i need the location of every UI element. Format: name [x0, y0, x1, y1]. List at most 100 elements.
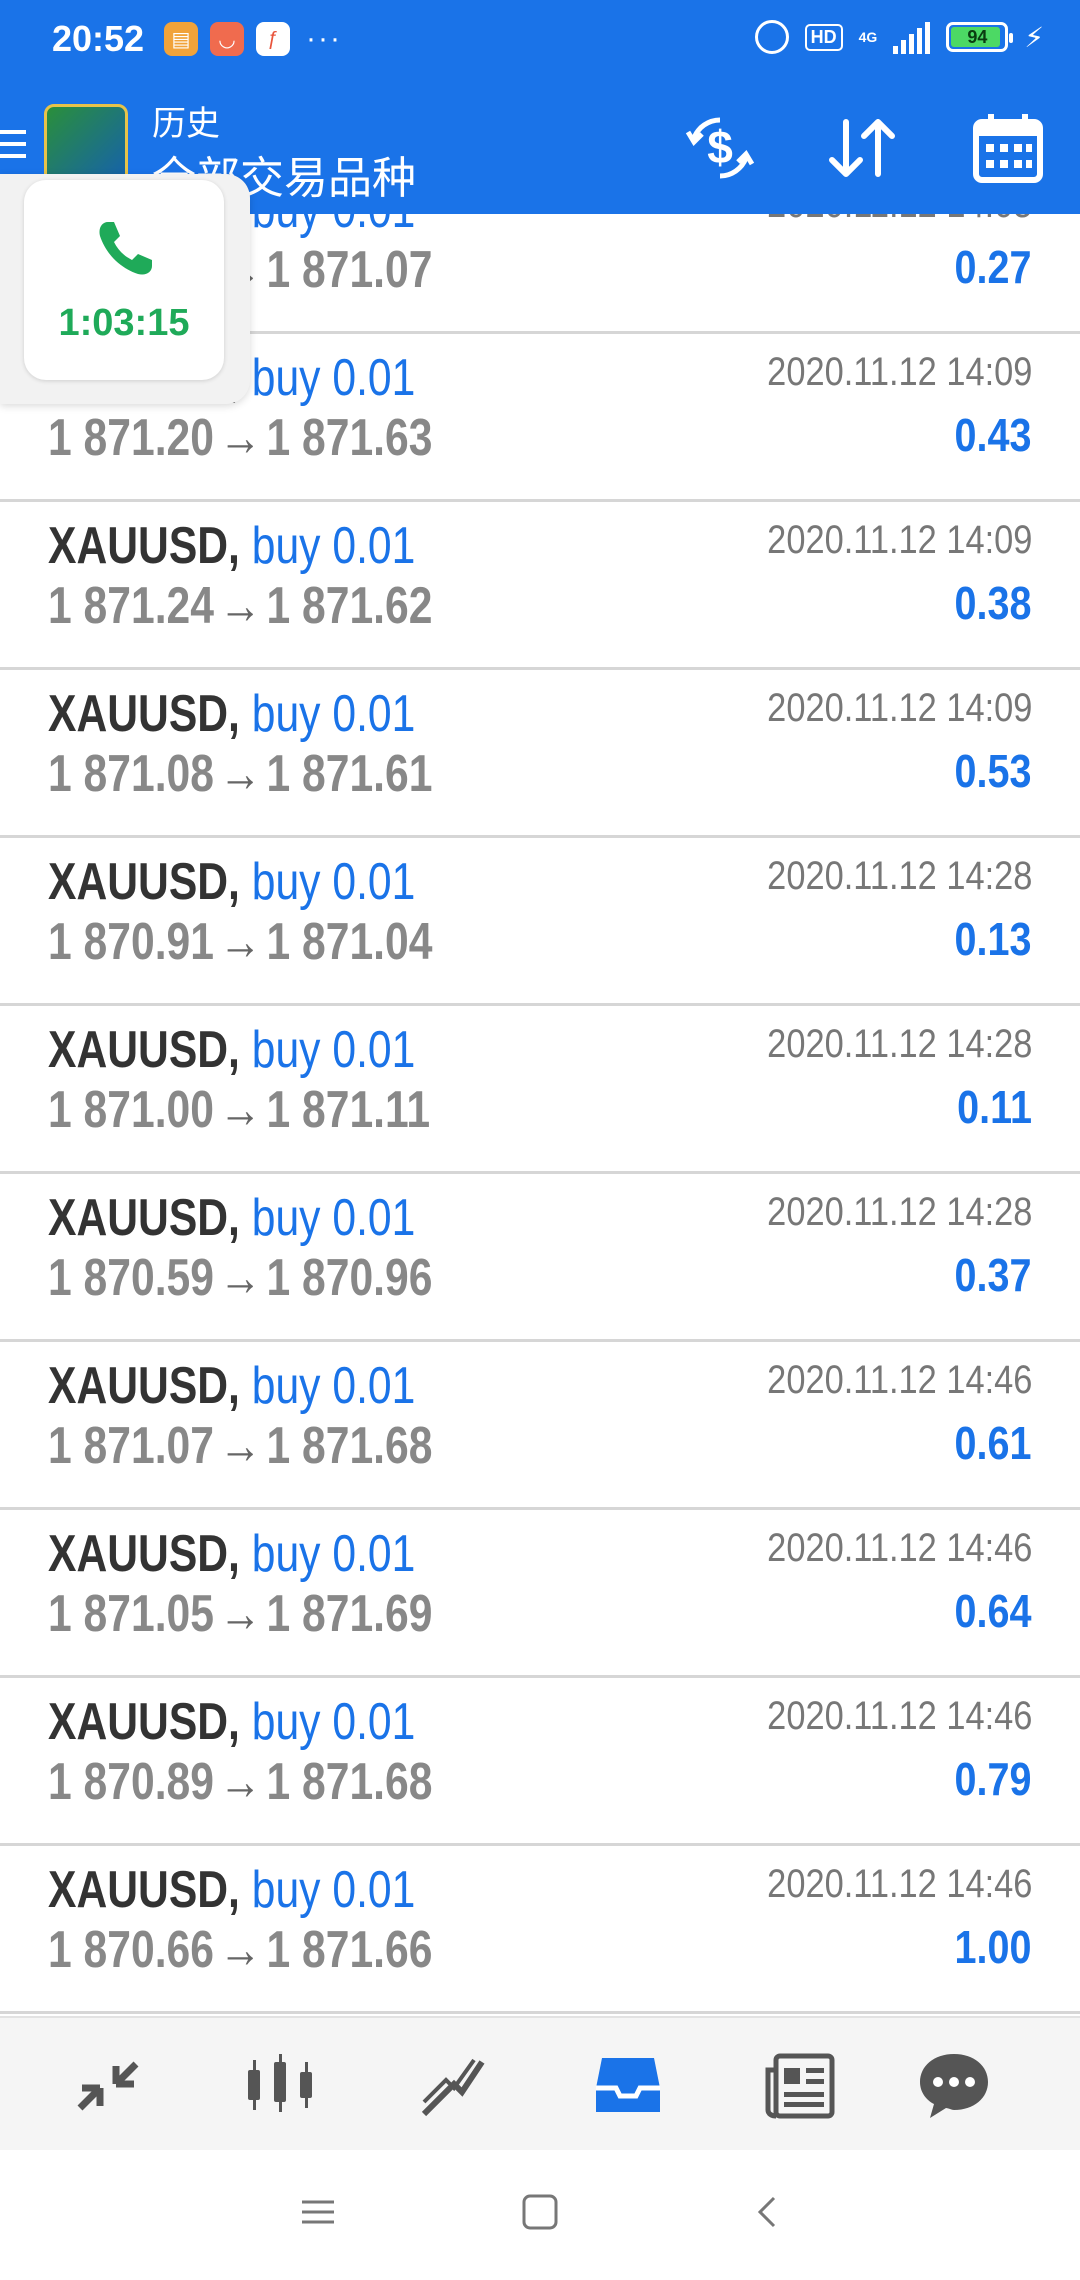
bottom-navigation: [0, 2016, 1080, 2152]
trade-profit: 0.13: [955, 913, 1032, 965]
open-price: 1 870.91: [48, 913, 214, 971]
trade-row[interactable]: XAUUSD, buy 0.01 1 871.05→1 871.69 2020.11…: [0, 1512, 1080, 1678]
chart-icon[interactable]: [242, 2048, 318, 2124]
trade-prices: 1 871.24→1 871.62: [48, 576, 432, 636]
trade-row[interactable]: XAUUSD, buy 0.01 1 871.00→1 871.11 2020.11…: [0, 1008, 1080, 1174]
trade-profit: 0.27: [955, 241, 1032, 293]
trade-symbol: XAUUSD, buy 0.01: [48, 1356, 415, 1416]
trade-side-volume: buy 0.01: [251, 1525, 416, 1583]
close-price: 1 871.04: [266, 913, 433, 971]
arrow-right-icon: →: [218, 1921, 262, 1979]
close-price: 1 871.68: [266, 1753, 433, 1811]
battery-level: 94: [967, 27, 988, 47]
recents-icon[interactable]: [296, 2190, 340, 2234]
trade-side-volume: buy 0.01: [251, 685, 416, 743]
trade-date: 2020.11.12 14:46: [766, 1526, 1032, 1570]
chat-icon[interactable]: [916, 2048, 992, 2124]
back-icon[interactable]: [746, 2190, 790, 2234]
trade-row[interactable]: XAUUSD, buy 0.01 1 871.08→1 871.61 2020.11…: [0, 672, 1080, 838]
close-price: 1 871.11: [266, 1081, 431, 1139]
trade-profit: 1.00: [955, 1921, 1032, 1973]
symbol-name: XAUUSD,: [48, 1189, 240, 1247]
trade-row[interactable]: XAUUSD, buy 0.01 1 871.07→1 871.68 2020.11…: [0, 1344, 1080, 1510]
trade-row[interactable]: XAUUSD, buy 0.01 1 870.59→1 870.96 2020.11…: [0, 1176, 1080, 1342]
quotes-icon[interactable]: [70, 2048, 146, 2124]
symbol-name: XAUUSD,: [48, 1861, 240, 1919]
close-price: 1 871.62: [266, 577, 433, 635]
exchange-icon[interactable]: $: [680, 108, 760, 188]
trade-date: 2020.11.12 14:46: [766, 1862, 1032, 1906]
hd-icon: HD: [804, 23, 843, 51]
arrow-right-icon: →: [218, 1585, 262, 1643]
charging-icon: ⚡: [1024, 21, 1044, 53]
menu-icon[interactable]: [0, 130, 26, 166]
more-notifications-icon: ···: [306, 22, 342, 55]
battery-icon: 94: [946, 22, 1014, 52]
shop-notification-icon: ◡: [210, 22, 244, 56]
trade-prices: 1 871.07→1 871.68: [48, 1416, 432, 1476]
news-icon[interactable]: [762, 2048, 838, 2124]
symbol-name: XAUUSD,: [48, 1357, 240, 1415]
symbol-name: XAUUSD,: [48, 1021, 240, 1079]
open-price: 1 870.59: [48, 1249, 214, 1307]
trade-row[interactable]: XAUUSD, buy 0.01 1 870.66→1 871.66 2020.11…: [0, 1848, 1080, 2014]
status-time: 20:52: [52, 18, 145, 59]
trade-icon[interactable]: [416, 2048, 492, 2124]
trade-side-volume: buy 0.01: [251, 1693, 416, 1751]
sort-icon[interactable]: [822, 108, 902, 188]
trade-symbol: XAUUSD, buy 0.01: [48, 516, 415, 576]
trade-date: 2020.11.12 14:28: [766, 854, 1032, 898]
alarm-icon: [754, 20, 789, 54]
trade-prices: 1 871.05→1 871.69: [48, 1584, 432, 1644]
svg-text:$: $: [707, 121, 733, 173]
trade-date: 2020.11.12 14:09: [766, 686, 1032, 730]
trade-prices: 1 870.59→1 870.96: [48, 1248, 432, 1308]
close-price: 1 870.96: [266, 1249, 433, 1307]
trade-date: 2020.11.12 14:09: [766, 518, 1032, 562]
trade-prices: 1 871.08→1 871.61: [48, 744, 432, 804]
trade-profit: 0.38: [955, 577, 1032, 629]
trade-date: 2020.11.12 14:09: [766, 350, 1032, 394]
trade-prices: 1 871.20→1 871.63: [48, 408, 432, 468]
trade-prices: 1 870.91→1 871.04: [48, 912, 432, 972]
close-price: 1 871.63: [266, 409, 433, 467]
trade-row[interactable]: XAUUSD, buy 0.01 1 871.24→1 871.62 2020.11…: [0, 504, 1080, 670]
trade-date: 2020.11.12 14:28: [766, 1190, 1032, 1234]
ongoing-call-bubble[interactable]: 1:03:15: [0, 174, 250, 404]
trade-date: 2020.11.12 14:46: [766, 1694, 1032, 1738]
arrow-right-icon: →: [218, 577, 262, 635]
trade-symbol: XAUUSD, buy 0.01: [48, 1524, 415, 1584]
calendar-icon[interactable]: [968, 108, 1048, 188]
trade-prices: 1 871.00→1 871.11: [48, 1080, 430, 1140]
trade-row[interactable]: XAUUSD, buy 0.01 1 870.89→1 871.68 2020.11…: [0, 1680, 1080, 1846]
trade-symbol: XAUUSD, buy 0.01: [48, 1188, 415, 1248]
trade-date: 2020.11.12 14:46: [766, 1358, 1032, 1402]
system-navigation-bar: [0, 2150, 1080, 2280]
history-icon[interactable]: [590, 2048, 666, 2124]
trade-symbol: XAUUSD, buy 0.01: [48, 852, 415, 912]
trade-side-volume: buy 0.01: [251, 349, 416, 407]
status-bar: 20:52 ▤ ◡ ƒ ··· HD 4G 94 ⚡: [0, 0, 1080, 86]
trade-side-volume: buy 0.01: [251, 517, 416, 575]
open-price: 1 871.24: [48, 577, 214, 635]
open-price: 1 871.20: [48, 409, 214, 467]
call-timer: 1:03:15: [58, 302, 190, 344]
open-price: 1 870.66: [48, 1921, 214, 1979]
arrow-right-icon: →: [218, 1753, 262, 1811]
close-price: 1 871.07: [266, 241, 433, 299]
close-price: 1 871.66: [266, 1921, 433, 1979]
trade-profit: 0.79: [955, 1753, 1032, 1805]
trade-row[interactable]: XAUUSD, buy 0.01 1 870.91→1 871.04 2020.11…: [0, 840, 1080, 1006]
signal-icon: [893, 20, 931, 54]
arrow-right-icon: →: [218, 1249, 262, 1307]
open-price: 1 871.08: [48, 745, 214, 803]
arrow-right-icon: →: [218, 913, 262, 971]
call-card[interactable]: 1:03:15: [24, 180, 224, 380]
trade-symbol: XAUUSD, buy 0.01: [48, 684, 415, 744]
page-title: 历史: [152, 105, 220, 143]
trade-side-volume: buy 0.01: [251, 1357, 416, 1415]
trade-side-volume: buy 0.01: [251, 1861, 416, 1919]
home-icon[interactable]: [518, 2190, 562, 2234]
trade-profit: 0.61: [955, 1417, 1032, 1469]
symbol-name: XAUUSD,: [48, 1693, 240, 1751]
